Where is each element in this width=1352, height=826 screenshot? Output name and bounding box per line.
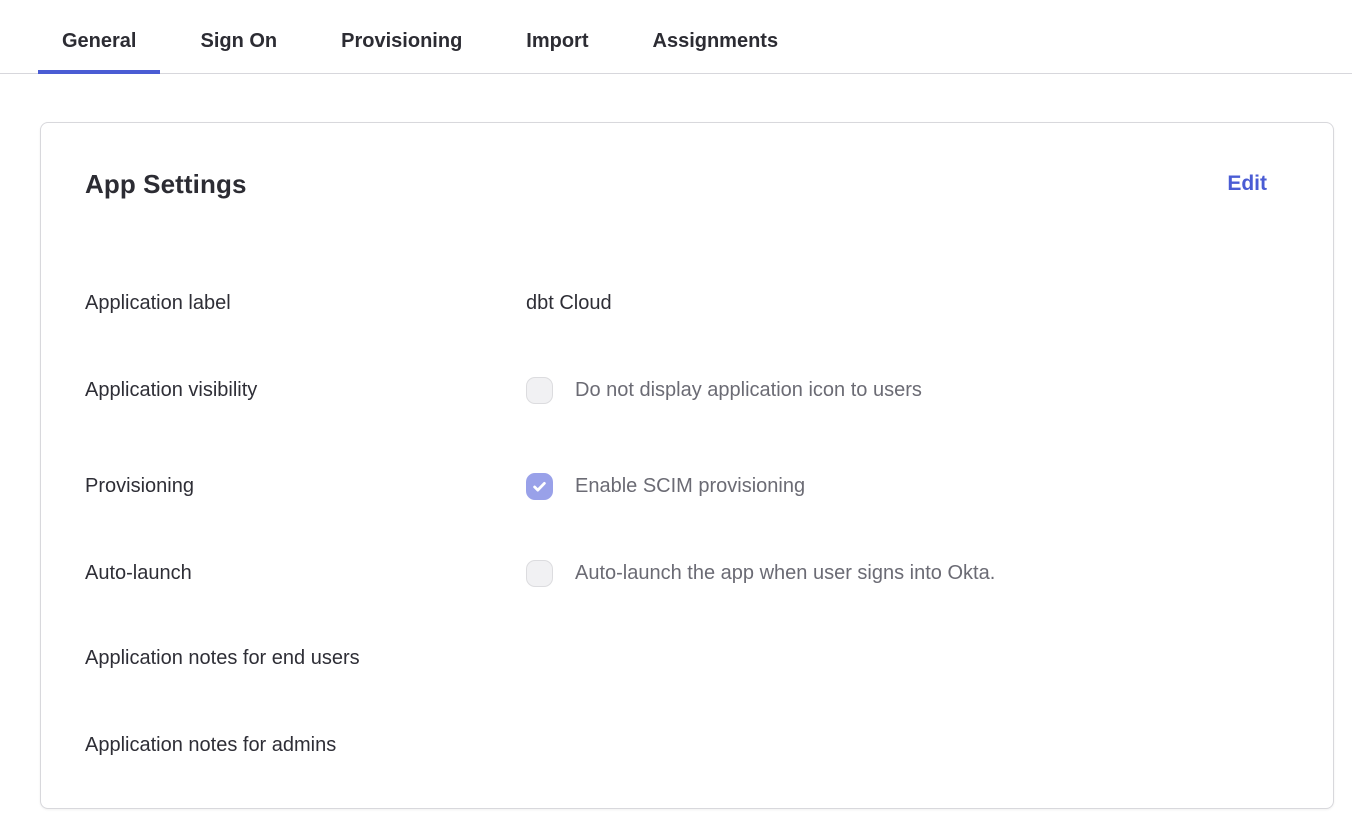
page-title: App Settings — [85, 169, 247, 200]
tab-provisioning[interactable]: Provisioning — [317, 0, 486, 74]
row-label: Application notes for admins — [85, 734, 526, 757]
checkbox[interactable] — [526, 473, 553, 500]
row-label: Application notes for end users — [85, 647, 526, 670]
settings-row: Provisioning Enable SCIM provisioning — [85, 466, 1289, 506]
card-header: App Settings Edit — [85, 166, 1289, 202]
row-label: Provisioning — [85, 475, 526, 498]
checkbox-label: Do not display application icon to users — [575, 379, 922, 402]
settings-rows: Application label dbt Cloud Application … — [85, 283, 1289, 765]
edit-button[interactable]: Edit — [1227, 172, 1267, 196]
settings-row: Application notes for end users — [85, 638, 1289, 678]
settings-row: Auto-launch Auto-launch the app when use… — [85, 553, 1289, 593]
tab-assignments[interactable]: Assignments — [629, 0, 803, 74]
checkbox-label: Enable SCIM provisioning — [575, 475, 805, 498]
row-value: Do not display application icon to users — [526, 377, 922, 404]
checkbox[interactable] — [526, 560, 553, 587]
checkbox[interactable] — [526, 377, 553, 404]
row-text-value: dbt Cloud — [526, 292, 612, 315]
tab-sign-on[interactable]: Sign On — [176, 0, 301, 74]
row-value: dbt Cloud — [526, 292, 612, 315]
checkbox-label: Auto-launch the app when user signs into… — [575, 562, 995, 585]
row-value: Enable SCIM provisioning — [526, 473, 805, 500]
tab-general[interactable]: General — [38, 0, 160, 74]
settings-row: Application visibility Do not display ap… — [85, 370, 1289, 410]
row-label: Auto-launch — [85, 562, 526, 585]
tab-import[interactable]: Import — [502, 0, 612, 74]
app-tab-bar: General Sign On Provisioning Import Assi… — [0, 0, 1352, 74]
row-label: Application label — [85, 292, 526, 315]
settings-row: Application label dbt Cloud — [85, 283, 1289, 323]
app-settings-card: App Settings Edit Application label dbt … — [40, 122, 1334, 809]
checkmark-icon — [531, 478, 548, 495]
settings-row: Application notes for admins — [85, 725, 1289, 765]
row-label: Application visibility — [85, 379, 526, 402]
row-value: Auto-launch the app when user signs into… — [526, 560, 995, 587]
